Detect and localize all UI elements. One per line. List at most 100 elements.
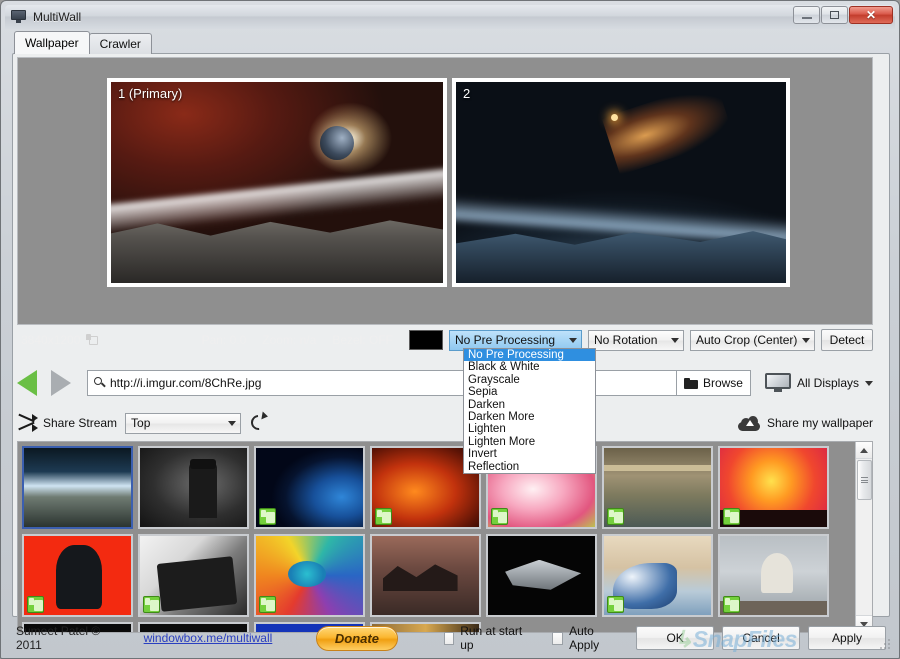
monitor-1-image [111,82,443,283]
all-displays-selector[interactable]: All Displays [764,373,873,393]
thumbnail-item[interactable] [254,446,365,529]
thumbnail-item[interactable] [138,446,249,529]
liked-badge [491,508,508,525]
window-title: MultiWall [33,10,82,24]
wallpaper-preview-panel[interactable]: 1 (Primary) 2 [17,57,873,325]
monitor-preview-1[interactable]: 1 (Primary) [107,78,447,287]
scrollbar-thumb[interactable] [856,460,872,500]
share-my-wallpaper-label: Share my wallpaper [766,416,873,430]
monitor-preview-2[interactable]: 2 [452,78,790,287]
liked-badge [375,508,392,525]
stream-sort-value: Top [131,416,151,430]
maximize-icon [830,11,839,19]
thumbnail-item[interactable] [22,534,133,617]
apply-label: Apply [832,631,863,645]
thumbnail-item[interactable] [602,446,713,529]
chevron-down-icon [667,337,683,343]
thumbnail-list [18,442,855,632]
stream-sort-combo[interactable]: Top [125,412,242,434]
donate-button[interactable]: Donate [316,625,398,651]
checkbox-icon [552,631,564,645]
minimize-button[interactable] [793,6,820,24]
pre-processing-dropdown-list[interactable]: No Pre Processing Black & White Grayscal… [463,348,596,474]
share-my-wallpaper-button[interactable]: Share my wallpaper [737,415,873,431]
ok-label: OK [666,631,684,645]
pre-processing-value: No Pre Processing [455,333,556,347]
thumbs-up-icon[interactable] [86,334,99,346]
refresh-icon[interactable] [247,411,270,434]
crop-value: Auto Crop (Center) [696,333,798,347]
thumbnail-item[interactable] [486,534,597,617]
thumbnail-item[interactable] [138,534,249,617]
thumbnail-item[interactable] [718,534,829,617]
dropdown-option[interactable]: Invert [464,448,595,460]
cloud-upload-icon [737,415,760,431]
rotation-combo[interactable]: No Rotation [588,329,684,351]
thumbnail-item[interactable] [22,446,133,529]
liked-badge [607,596,624,613]
ok-button[interactable]: OK [636,626,715,650]
monitor-2-image [456,82,786,283]
tab-strip: Wallpaper Crawler [14,31,152,54]
grid-vertical-scrollbar[interactable] [855,442,872,632]
tab-crawler-label: Crawler [99,37,141,51]
dropdown-option[interactable]: Sepia [464,386,595,398]
window-controls: ✕ [793,6,893,24]
pan-value: Pan: 0.0 [201,333,247,347]
scroll-up-button[interactable] [855,442,872,459]
auto-apply-checkbox[interactable]: Auto Apply [552,624,614,652]
browse-button[interactable]: Browse [676,370,751,396]
monitor-2-label: 2 [463,86,471,101]
liked-badge [723,596,740,613]
chevron-down-icon [865,380,873,386]
url-value: http://i.imgur.com/8ChRe.jpg [110,376,262,390]
auto-apply-label: Auto Apply [569,624,600,652]
grip-icon [860,476,868,485]
back-arrow-icon[interactable] [17,370,37,396]
tab-wallpaper[interactable]: Wallpaper [14,31,90,54]
dropdown-option[interactable]: Darken More [464,411,595,423]
chevron-down-icon [565,337,581,343]
detect-button[interactable]: Detect [821,329,873,351]
client-area: Wallpaper Crawler 1 (Primary) 2 3840x120… [6,30,896,654]
crop-combo[interactable]: Auto Crop (Center) [690,329,815,351]
title-bar: MultiWall ✕ [5,5,895,29]
background-color-swatch[interactable] [409,330,443,350]
thumbnail-item[interactable] [718,446,829,529]
preview-status-bar: 3840x1200 Pan: 0.0 Zoom: n/a Bezel: OFF … [17,326,873,354]
folder-icon [683,377,698,389]
liked-badge [259,508,276,525]
thumbnail-item[interactable] [370,534,481,617]
monitor-1-label: 1 (Primary) [118,86,183,101]
rotation-value: No Rotation [594,333,658,347]
minimize-icon [801,17,812,19]
run-at-startup-checkbox[interactable]: Run at start up [443,624,523,652]
tab-crawler[interactable]: Crawler [88,33,152,54]
forward-arrow-icon[interactable] [51,370,71,396]
cancel-label: Cancel [742,631,780,645]
website-link[interactable]: windowbox.me/multiwall [144,631,273,645]
close-icon: ✕ [865,8,877,22]
shuffle-icon[interactable] [17,413,38,432]
close-button[interactable]: ✕ [849,6,893,24]
dropdown-option[interactable]: Reflection [464,461,595,473]
run-at-startup-label: Run at start up [460,624,523,652]
resize-grip[interactable] [880,639,892,651]
wallpaper-thumbnail-grid [17,441,873,633]
dropdown-option[interactable]: No Pre Processing [464,349,595,362]
thumbnail-item[interactable] [602,534,713,617]
dropdown-option[interactable]: Darken [464,399,595,411]
thumbnail-item[interactable] [254,534,365,617]
dropdown-option[interactable]: Lighten [464,423,595,435]
apply-button[interactable]: Apply [808,626,887,650]
tab-wallpaper-label: Wallpaper [25,36,79,50]
liked-badge [723,508,740,525]
liked-badge [607,508,624,525]
cancel-button[interactable]: Cancel [722,626,801,650]
dropdown-option[interactable]: Black & White [464,361,595,373]
dropdown-option[interactable]: Lighten More [464,436,595,448]
dropdown-option[interactable]: Grayscale [464,374,595,386]
share-stream-toolbar: Share Stream Top Share my wallpaper [17,408,873,438]
app-monitor-icon [11,10,27,24]
maximize-button[interactable] [821,6,848,24]
